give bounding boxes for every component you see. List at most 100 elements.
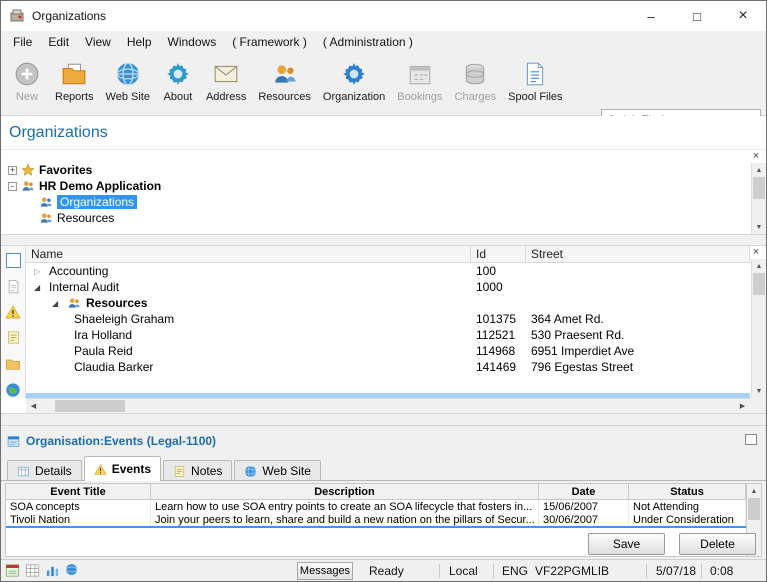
table-row[interactable]: Claudia Barker 141469 796 Egestas Street <box>26 359 750 375</box>
scrollbar-thumb[interactable] <box>753 177 765 199</box>
menu-item-help[interactable]: Help <box>119 32 160 52</box>
table-row[interactable]: Paula Reid 114968 6951 Imperdiet Ave <box>26 343 750 359</box>
warning-icon[interactable] <box>5 304 22 321</box>
toolbar-label: Organization <box>323 91 385 103</box>
table-row[interactable]: ▷ Accounting 100 <box>26 263 750 279</box>
scrollbar-thumb[interactable] <box>55 400 125 412</box>
statusbar: Messages Ready Local ENG VF22PGMLIB 5/07… <box>1 559 766 581</box>
panel-maximize-icon[interactable] <box>745 434 757 445</box>
status-state: Ready <box>369 564 404 578</box>
cell-date: 15/06/2007 <box>539 500 629 513</box>
table-row[interactable]: Shaeleigh Graham 101375 364 Amet Rd. <box>26 311 750 327</box>
scroll-down-icon[interactable]: ▼ <box>752 220 766 234</box>
cell-name: Accounting <box>49 264 108 278</box>
document-icon[interactable] <box>5 278 22 295</box>
resources-button[interactable]: Resources <box>252 57 317 105</box>
menu-item-windows[interactable]: Windows <box>160 32 225 52</box>
save-button[interactable]: Save <box>588 533 665 555</box>
expand-icon[interactable]: + <box>8 166 17 175</box>
menu-item-view[interactable]: View <box>77 32 119 52</box>
column-header-date[interactable]: Date <box>539 484 629 499</box>
folder-icon[interactable] <box>5 355 22 372</box>
globe-icon[interactable] <box>65 563 80 578</box>
chart-icon[interactable] <box>45 563 60 578</box>
vertical-scrollbar[interactable]: ▲ ▼ <box>751 259 766 398</box>
panel-icon <box>7 435 20 448</box>
column-header-event-title[interactable]: Event Title <box>6 484 151 499</box>
table-header: Name Id Street <box>26 246 750 263</box>
tree-scrollbar[interactable]: ▲ ▼ <box>751 163 766 234</box>
maximize-button[interactable]: □ <box>674 1 720 31</box>
app-window-icon[interactable] <box>5 563 20 578</box>
tree-item-label: Organizations <box>57 195 137 209</box>
minimize-button[interactable]: – <box>628 1 674 31</box>
menu-item-edit[interactable]: Edit <box>40 32 77 52</box>
tab-details[interactable]: Details <box>7 460 82 481</box>
cell-description: Join your peers to learn, share and buil… <box>151 513 539 526</box>
table-row[interactable]: SOA concepts Learn how to use SOA entry … <box>6 500 746 513</box>
scrollbar-thumb[interactable] <box>753 273 765 295</box>
close-icon[interactable]: × <box>750 150 762 162</box>
tab-web-site[interactable]: Web Site <box>234 460 320 481</box>
splitter[interactable] <box>1 413 766 426</box>
menu-item-administration[interactable]: ( Administration ) <box>315 32 421 52</box>
column-header-description[interactable]: Description <box>151 484 539 499</box>
horizontal-scrollbar[interactable]: ◀ ▶ <box>26 398 750 413</box>
scrollbar-thumb[interactable] <box>748 498 760 520</box>
column-header-status[interactable]: Status <box>629 484 746 499</box>
table-row[interactable]: Tivoli Nation Join your peers to learn, … <box>6 513 746 526</box>
spool-files-button[interactable]: Spool Files <box>502 57 568 105</box>
cell-street: 796 Egestas Street <box>526 360 750 374</box>
close-button[interactable]: × <box>720 1 766 31</box>
tree-item-label: HR Demo Application <box>39 179 161 193</box>
scroll-up-icon[interactable]: ▲ <box>747 484 761 498</box>
cell-name: Claudia Barker <box>74 360 153 374</box>
tree-item-organizations[interactable]: Organizations <box>1 194 766 210</box>
messages-button[interactable]: Messages <box>297 562 353 580</box>
column-header-id[interactable]: Id <box>471 246 526 262</box>
expand-icon[interactable]: ▷ <box>34 267 44 276</box>
status-separator <box>493 564 494 578</box>
select-tool-icon[interactable] <box>5 252 22 269</box>
table-row[interactable]: Ira Holland 112521 530 Praesent Rd. <box>26 327 750 343</box>
address-button[interactable]: Address <box>200 57 252 105</box>
column-header-name[interactable]: Name <box>26 246 471 262</box>
tree-item-resources[interactable]: Resources <box>1 210 766 226</box>
tree-item-hr-demo-application[interactable]: - HR Demo Application <box>1 178 766 194</box>
menu-item-file[interactable]: File <box>5 32 40 52</box>
globe-icon[interactable] <box>5 381 22 398</box>
web-site-button[interactable]: Web Site <box>100 57 156 105</box>
splitter[interactable] <box>1 234 766 246</box>
tree-item-favorites[interactable]: + Favorites <box>1 162 766 178</box>
about-button[interactable]: About <box>156 57 200 105</box>
tree-panel: + Favorites - HR Demo Application Organi… <box>1 149 766 234</box>
collapse-icon[interactable]: ◢ <box>52 299 62 308</box>
collapse-icon[interactable]: - <box>8 182 17 191</box>
scrollbar-track[interactable] <box>41 399 735 413</box>
scroll-up-icon[interactable]: ▲ <box>752 259 766 273</box>
close-icon[interactable]: × <box>750 246 762 258</box>
toolbar-label: About <box>164 91 193 103</box>
globe-icon <box>113 59 143 89</box>
column-header-street[interactable]: Street <box>526 246 750 262</box>
cell-status: Not Attending <box>629 500 746 513</box>
organization-button[interactable]: Organization <box>317 57 391 105</box>
reports-button[interactable]: Reports <box>49 57 100 105</box>
scrollbar-track[interactable] <box>752 273 766 384</box>
scroll-left-icon[interactable]: ◀ <box>26 399 41 413</box>
table-row[interactable]: ◢ Internal Audit 1000 <box>26 279 750 295</box>
favorites-icon <box>21 163 35 177</box>
scrollbar-track[interactable] <box>752 177 766 220</box>
page-heading-band: Organizations <box>1 116 766 149</box>
grid-icon[interactable] <box>25 563 40 578</box>
scroll-down-icon[interactable]: ▼ <box>752 384 766 398</box>
menu-item-framework[interactable]: ( Framework ) <box>224 32 315 52</box>
table-row[interactable]: ◢ Resources <box>26 295 750 311</box>
scroll-up-icon[interactable]: ▲ <box>752 163 766 177</box>
tab-notes[interactable]: Notes <box>163 460 232 481</box>
delete-button[interactable]: Delete <box>679 533 756 555</box>
tab-events[interactable]: Events <box>84 456 161 481</box>
collapse-icon[interactable]: ◢ <box>34 283 44 292</box>
note-icon[interactable] <box>5 329 22 346</box>
scroll-right-icon[interactable]: ▶ <box>735 399 750 413</box>
